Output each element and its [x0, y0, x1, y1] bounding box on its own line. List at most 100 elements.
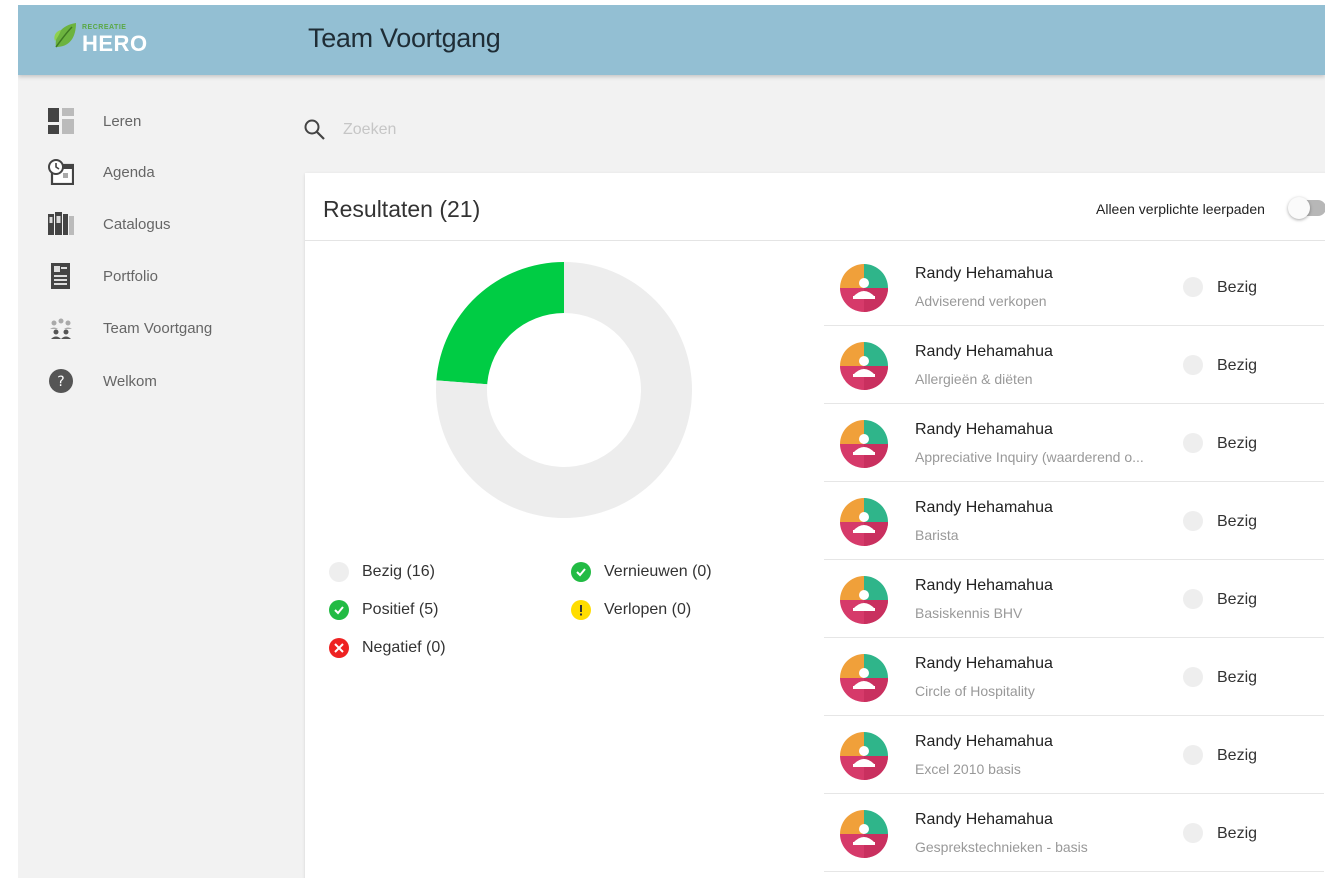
logo-subtitle: RECREATIE — [82, 24, 127, 31]
sidebar-item-label: Team Voortgang — [103, 319, 213, 337]
help-icon: ? — [48, 368, 74, 394]
results-header: Resultaten (21) Alleen verplichte leerpa… — [305, 173, 1325, 241]
check-icon — [329, 600, 349, 620]
avatar-icon — [840, 498, 888, 546]
status-label: Bezig — [1217, 825, 1258, 842]
course-title: Allergieën & diëten — [915, 371, 1033, 387]
status-label: Bezig — [1217, 669, 1258, 686]
toggle-label: Alleen verplichte leerpaden — [1096, 201, 1265, 217]
course-title: Adviserend verkopen — [915, 293, 1047, 309]
avatar-icon — [840, 654, 888, 702]
avatar-icon — [840, 342, 888, 390]
course-title: Appreciative Inquiry (waarderend o... — [915, 449, 1144, 465]
avatar-icon — [840, 810, 888, 858]
results-card: Resultaten (21) Alleen verplichte leerpa… — [305, 173, 1325, 878]
list-item[interactable]: Randy Hehamahua Excel 2010 basis Bezig — [824, 716, 1324, 794]
list-item[interactable]: Randy Hehamahua Basiskennis BHV Bezig — [824, 560, 1324, 638]
status-label: Bezig — [1217, 279, 1258, 296]
busy-status-icon — [1183, 511, 1203, 531]
busy-status-icon — [329, 562, 349, 582]
search-icon — [304, 119, 325, 140]
avatar-icon — [840, 420, 888, 468]
check-icon — [571, 562, 591, 582]
busy-status-icon — [1183, 355, 1203, 375]
books-icon — [48, 211, 74, 237]
list-item[interactable]: Randy Hehamahua Appreciative Inquiry (wa… — [824, 404, 1324, 482]
busy-status-icon — [1183, 433, 1203, 453]
user-name: Randy Hehamahua — [915, 577, 1053, 594]
status-label: Bezig — [1217, 591, 1258, 608]
list-item[interactable]: Randy Hehamahua Adviserend verkopen Bezi… — [824, 248, 1324, 326]
busy-status-icon — [1183, 277, 1203, 297]
user-name: Randy Hehamahua — [915, 499, 1053, 516]
logo[interactable]: RECREATIE HERO — [52, 19, 172, 59]
status-label: Bezig — [1217, 357, 1258, 374]
app-frame: RECREATIE HERO Team Voortgang Leren Agen… — [18, 5, 1325, 878]
team-icon — [48, 315, 74, 341]
sidebar-item-catalogus[interactable]: Catalogus — [48, 204, 288, 244]
legend-vernieuwen: Vernieuwen (0) — [571, 562, 712, 582]
legend-positief: Positief (5) — [329, 600, 438, 620]
status-label: Bezig — [1217, 435, 1258, 452]
user-name: Randy Hehamahua — [915, 811, 1053, 828]
progress-donut-chart — [436, 262, 692, 518]
busy-status-icon — [1183, 667, 1203, 687]
avatar-icon — [840, 264, 888, 312]
user-name: Randy Hehamahua — [915, 733, 1053, 750]
status-label: Bezig — [1217, 747, 1258, 764]
list-item[interactable]: Randy Hehamahua Gesprekstechnieken - bas… — [824, 794, 1324, 872]
sidebar-item-label: Welkom — [103, 372, 157, 390]
warning-icon — [571, 600, 591, 620]
sidebar-item-agenda[interactable]: Agenda — [48, 152, 288, 192]
user-name: Randy Hehamahua — [915, 655, 1053, 672]
legend-negatief: Negatief (0) — [329, 638, 446, 658]
sidebar-item-label: Catalogus — [103, 215, 171, 233]
course-title: Barista — [915, 527, 959, 543]
course-title: Basiskennis BHV — [915, 605, 1023, 621]
legend-verlopen: Verlopen (0) — [571, 600, 691, 620]
legend-label: Bezig (16) — [362, 563, 435, 580]
sidebar: Leren Agenda Catalogus Portfolio Team Vo… — [18, 75, 303, 878]
legend-label: Positief (5) — [362, 601, 439, 618]
busy-status-icon — [1183, 823, 1203, 843]
legend-label: Verlopen (0) — [604, 601, 692, 618]
list-item[interactable]: Randy Hehamahua Barista Bezig — [824, 482, 1324, 560]
user-name: Randy Hehamahua — [915, 265, 1053, 282]
search-bar[interactable]: Zoeken — [303, 110, 1303, 150]
sidebar-item-welkom[interactable]: ? Welkom — [48, 361, 288, 401]
results-title: Resultaten (21) — [323, 196, 481, 222]
left-margin — [0, 0, 18, 878]
search-input[interactable]: Zoeken — [343, 121, 396, 139]
logo-title: HERO — [82, 31, 148, 56]
user-name: Randy Hehamahua — [915, 421, 1053, 438]
sidebar-item-label: Portfolio — [103, 267, 159, 285]
page-title: Team Voortgang — [308, 23, 501, 53]
sidebar-item-label: Agenda — [103, 163, 155, 181]
legend-label: Vernieuwen (0) — [604, 563, 712, 580]
avatar-icon — [840, 732, 888, 780]
donut-slice-positief — [436, 262, 564, 385]
user-name: Randy Hehamahua — [915, 343, 1053, 360]
document-icon — [48, 263, 74, 289]
legend-label: Negatief (0) — [362, 639, 446, 656]
sidebar-item-leren[interactable]: Leren — [48, 101, 288, 141]
sidebar-item-label: Leren — [103, 112, 142, 130]
top-bar: RECREATIE HERO Team Voortgang — [18, 5, 1325, 75]
busy-status-icon — [1183, 745, 1203, 765]
list-item[interactable]: Randy Hehamahua Allergieën & diëten Bezi… — [824, 326, 1324, 404]
dashboard-icon — [48, 108, 74, 134]
sidebar-item-portfolio[interactable]: Portfolio — [48, 256, 288, 296]
legend-bezig: Bezig (16) — [329, 562, 435, 582]
toggle-knob[interactable] — [1288, 197, 1310, 219]
list-item[interactable]: Randy Hehamahua Circle of Hospitality Be… — [824, 638, 1324, 716]
calendar-clock-icon — [48, 159, 74, 185]
mandatory-only-toggle[interactable] — [1288, 197, 1325, 219]
avatar-icon — [840, 576, 888, 624]
app-root: RECREATIE HERO Team Voortgang Leren Agen… — [0, 0, 1325, 878]
status-label: Bezig — [1217, 513, 1258, 530]
course-title: Circle of Hospitality — [915, 683, 1035, 699]
close-icon — [329, 638, 349, 658]
svg-text:?: ? — [57, 374, 64, 390]
sidebar-item-team-voortgang[interactable]: Team Voortgang — [48, 308, 288, 348]
course-title: Excel 2010 basis — [915, 761, 1021, 777]
